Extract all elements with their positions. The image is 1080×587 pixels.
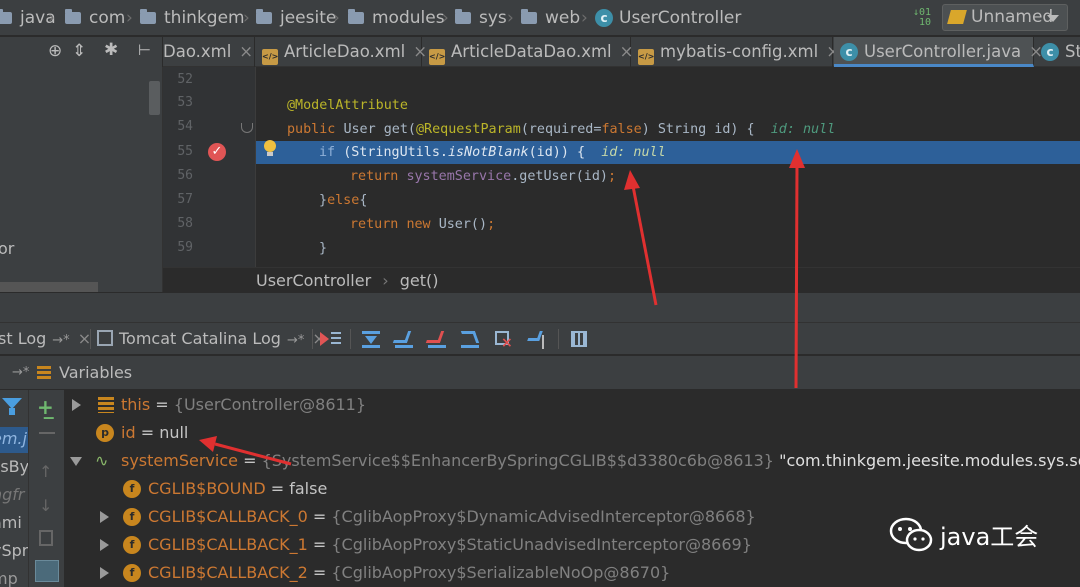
arrow-to-line54-inline-value — [789, 149, 805, 389]
arrow-to-id-variable — [199, 436, 292, 466]
arrow-to-line55-inline-value — [624, 170, 658, 306]
watermark: java工会 — [888, 515, 1038, 559]
annotation-arrows — [199, 149, 805, 466]
wechat-icon — [889, 517, 933, 552]
